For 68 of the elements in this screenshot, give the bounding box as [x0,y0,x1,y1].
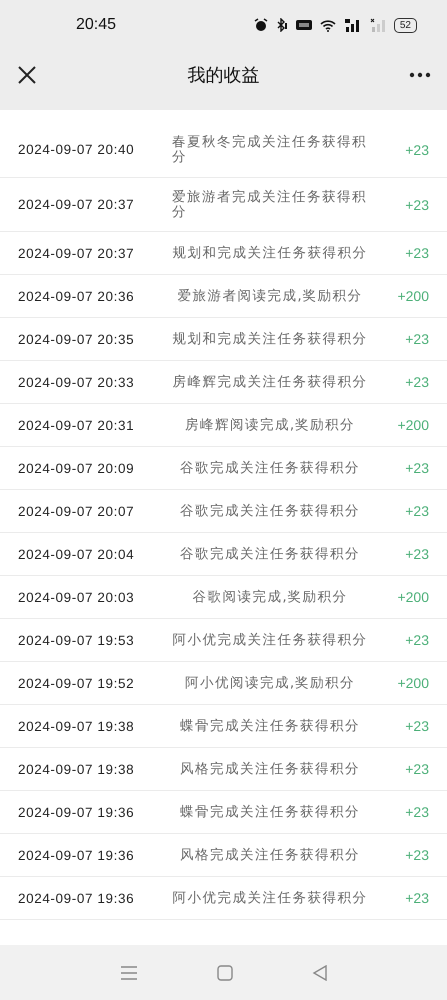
record-time: 2024-09-07 20:40 [17,142,136,158]
more-icon [409,72,431,78]
record-points: +23 [404,718,430,734]
record-points: +23 [404,196,430,213]
record-description: 春夏秋冬完成关注任务获得积分 [172,135,368,165]
record-points: +23 [404,460,430,476]
wifi-icon [320,18,336,32]
record-description: 爱旅游者阅读完成,奖励积分 [177,288,363,304]
back-icon[interactable] [312,964,328,980]
record-time: 2024-09-07 20:03 [17,590,136,605]
record-description: 房峰辉完成关注任务获得积分 [172,374,368,390]
record-time: 2024-09-07 19:53 [17,632,136,648]
record-time: 2024-09-07 20:04 [17,546,136,562]
record-description: 风格完成关注任务获得积分 [180,762,360,777]
record-points: +23 [404,761,430,778]
record-description: 蝶骨完成关注任务获得积分 [180,804,360,820]
close-icon [17,65,37,85]
record-points: +23 [404,632,430,648]
page-title: 我的收益 [186,64,260,87]
record-time: 2024-09-07 20:09 [17,460,136,476]
record-time: 2024-09-07 20:33 [17,374,136,390]
signal-icon [344,18,362,32]
record-description: 规划和完成关注任务获得积分 [172,246,368,261]
record-description: 阿小优完成关注任务获得积分 [172,632,368,648]
record-time: 2024-09-07 20:36 [17,288,136,304]
record-description: 爱旅游者完成关注任务获得积分 [172,190,368,220]
record-points: +23 [404,331,430,348]
record-points: +23 [404,374,430,390]
record-points: +200 [396,288,430,304]
record-points: +200 [396,417,430,434]
record-time: 2024-09-07 20:07 [17,504,136,519]
record-time: 2024-09-07 19:38 [17,762,136,777]
record-points: +23 [404,890,430,906]
record-time: 2024-09-07 20:31 [17,418,136,433]
record-description: 规划和完成关注任务获得积分 [172,332,368,347]
record-points: +23 [404,503,430,520]
status-time: 20:45 [76,16,116,34]
bluetooth-icon [276,18,288,32]
record-description: 谷歌完成关注任务获得积分 [180,546,360,562]
menu-icon[interactable] [120,964,138,980]
record-description: 阿小优阅读完成,奖励积分 [184,676,356,691]
alarm-icon [254,18,268,32]
record-description: 房峰辉阅读完成,奖励积分 [184,418,356,433]
record-points: +23 [404,142,430,158]
record-description: 谷歌完成关注任务获得积分 [180,460,360,476]
record-time: 2024-09-07 20:37 [17,197,136,212]
battery-level: 52 [394,18,417,32]
record-description: 谷歌完成关注任务获得积分 [180,504,360,519]
square-icon[interactable] [216,964,232,980]
signal-icon [370,18,386,32]
record-time: 2024-09-07 19:38 [17,718,136,734]
record-points: +200 [396,675,430,692]
record-points: +23 [404,847,430,864]
record-points: +200 [396,589,430,606]
record-description: 谷歌阅读完成,奖励积分 [192,590,348,605]
record-points: +23 [404,245,430,262]
record-time: 2024-09-07 19:36 [17,890,136,906]
hd-icon [296,19,312,31]
record-description: 蝶骨完成关注任务获得积分 [180,718,360,734]
record-time: 2024-09-07 19:36 [17,848,136,863]
record-time: 2024-09-07 20:35 [17,332,136,347]
record-points: +23 [404,804,430,820]
record-time: 2024-09-07 19:52 [17,676,136,691]
record-description: 风格完成关注任务获得积分 [180,848,360,863]
record-time: 2024-09-07 19:36 [17,804,136,820]
record-time: 2024-09-07 20:37 [17,246,136,261]
record-points: +23 [404,546,430,562]
record-description: 阿小优完成关注任务获得积分 [172,890,368,906]
